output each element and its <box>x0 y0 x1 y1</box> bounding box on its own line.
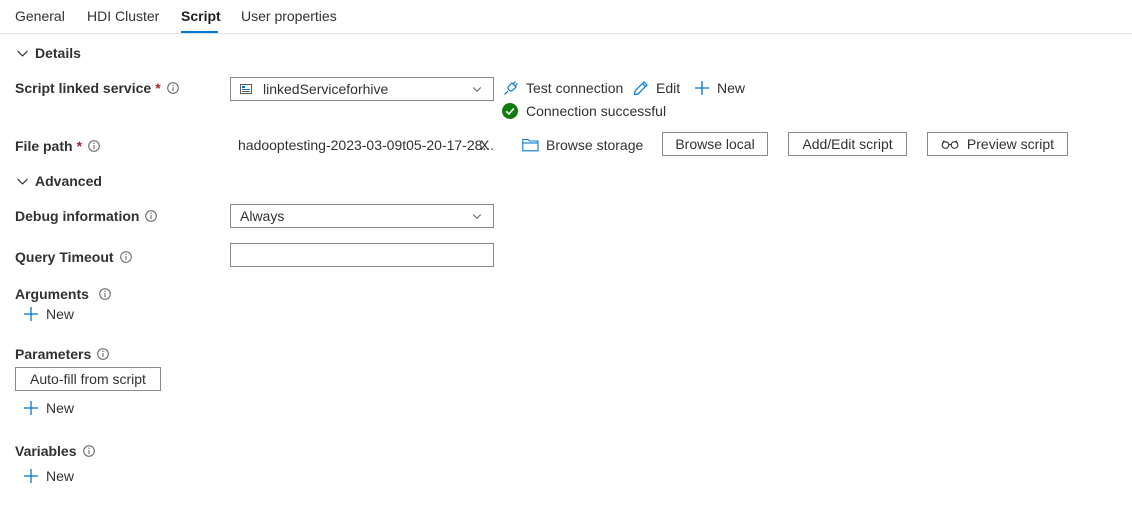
preview-script-button[interactable]: Preview script <box>927 132 1068 156</box>
required-marker: * <box>155 80 161 96</box>
arguments-label: Arguments <box>15 286 111 302</box>
debug-information-dropdown[interactable]: Always <box>230 204 494 228</box>
parameters-label: Parameters <box>15 346 110 362</box>
chevron-down-icon <box>472 214 482 219</box>
tab-general[interactable]: General <box>15 8 65 24</box>
folder-icon <box>522 138 539 152</box>
tab-hdi-cluster[interactable]: HDI Cluster <box>87 8 159 24</box>
info-icon[interactable] <box>166 82 179 94</box>
variables-label: Variables <box>15 443 95 459</box>
file-path-label-text: File path <box>15 138 73 154</box>
new-argument-label: New <box>46 306 75 322</box>
script-linked-service-value: linkedServiceforhive <box>263 81 389 97</box>
file-path-value: hadooptesting-2023-03-09t05-20-17-28... <box>238 137 495 153</box>
glasses-icon <box>941 140 959 149</box>
browse-storage-label: Browse storage <box>546 137 644 153</box>
chevron-down-icon <box>472 87 482 92</box>
tab-user-properties[interactable]: User properties <box>241 8 337 24</box>
plus-icon <box>695 81 709 95</box>
plus-icon <box>24 307 38 321</box>
details-section-toggle[interactable]: Details <box>16 45 81 61</box>
query-timeout-label: Query Timeout <box>15 249 132 265</box>
connection-status: Connection successful <box>502 103 666 119</box>
parameters-label-text: Parameters <box>15 346 92 362</box>
auto-fill-from-script-button[interactable]: Auto-fill from script <box>15 367 161 391</box>
new-parameter-button[interactable]: New <box>23 400 74 416</box>
edit-label: Edit <box>656 80 681 96</box>
check-circle-icon <box>502 103 518 119</box>
tab-bar: General HDI Cluster Script User properti… <box>0 0 1132 34</box>
pencil-icon <box>633 81 648 96</box>
chevron-down-icon <box>17 50 28 57</box>
new-label: New <box>717 80 746 96</box>
connection-status-text: Connection successful <box>526 103 667 119</box>
info-icon[interactable] <box>88 140 100 152</box>
script-linked-service-label-text: Script linked service <box>15 80 152 96</box>
info-icon[interactable] <box>97 348 110 360</box>
details-section-title: Details <box>35 45 81 61</box>
query-timeout-label-text: Query Timeout <box>15 249 114 265</box>
script-linked-service-dropdown[interactable]: linkedServiceforhive <box>230 77 494 101</box>
arguments-label-text: Arguments <box>15 286 89 302</box>
file-path-label: File path * <box>15 138 100 154</box>
edit-linked-service-button[interactable]: Edit <box>633 80 680 96</box>
advanced-section-toggle[interactable]: Advanced <box>16 173 102 189</box>
advanced-section-title: Advanced <box>35 173 102 189</box>
chevron-down-icon <box>17 178 28 185</box>
info-icon[interactable] <box>82 445 95 457</box>
new-linked-service-button[interactable]: New <box>694 80 745 96</box>
info-icon[interactable] <box>145 210 158 222</box>
preview-script-label: Preview script <box>966 136 1055 152</box>
new-parameter-label: New <box>46 400 75 416</box>
browse-local-button[interactable]: Browse local <box>662 132 768 156</box>
new-variable-label: New <box>46 468 75 484</box>
info-icon[interactable] <box>99 288 111 300</box>
add-edit-script-button[interactable]: Add/Edit script <box>788 132 907 156</box>
debug-information-label: Debug information <box>15 208 158 224</box>
plug-icon <box>504 81 518 95</box>
clear-file-path-button[interactable]: X <box>480 137 489 153</box>
required-marker: * <box>76 138 83 154</box>
active-tab-indicator <box>181 31 218 33</box>
plus-icon <box>24 469 38 483</box>
debug-information-label-text: Debug information <box>15 208 140 224</box>
test-connection-button[interactable]: Test connection <box>503 80 623 96</box>
test-connection-label: Test connection <box>526 80 624 96</box>
new-argument-button[interactable]: New <box>23 306 74 322</box>
info-icon[interactable] <box>119 251 132 263</box>
linked-service-icon <box>240 84 252 94</box>
script-linked-service-label: Script linked service * <box>15 80 179 96</box>
variables-label-text: Variables <box>15 443 77 459</box>
debug-information-value: Always <box>240 208 285 224</box>
new-variable-button[interactable]: New <box>23 468 74 484</box>
query-timeout-input[interactable] <box>230 243 494 267</box>
browse-storage-button[interactable]: Browse storage <box>522 137 643 153</box>
tab-script[interactable]: Script <box>181 8 221 24</box>
plus-icon <box>24 401 38 415</box>
